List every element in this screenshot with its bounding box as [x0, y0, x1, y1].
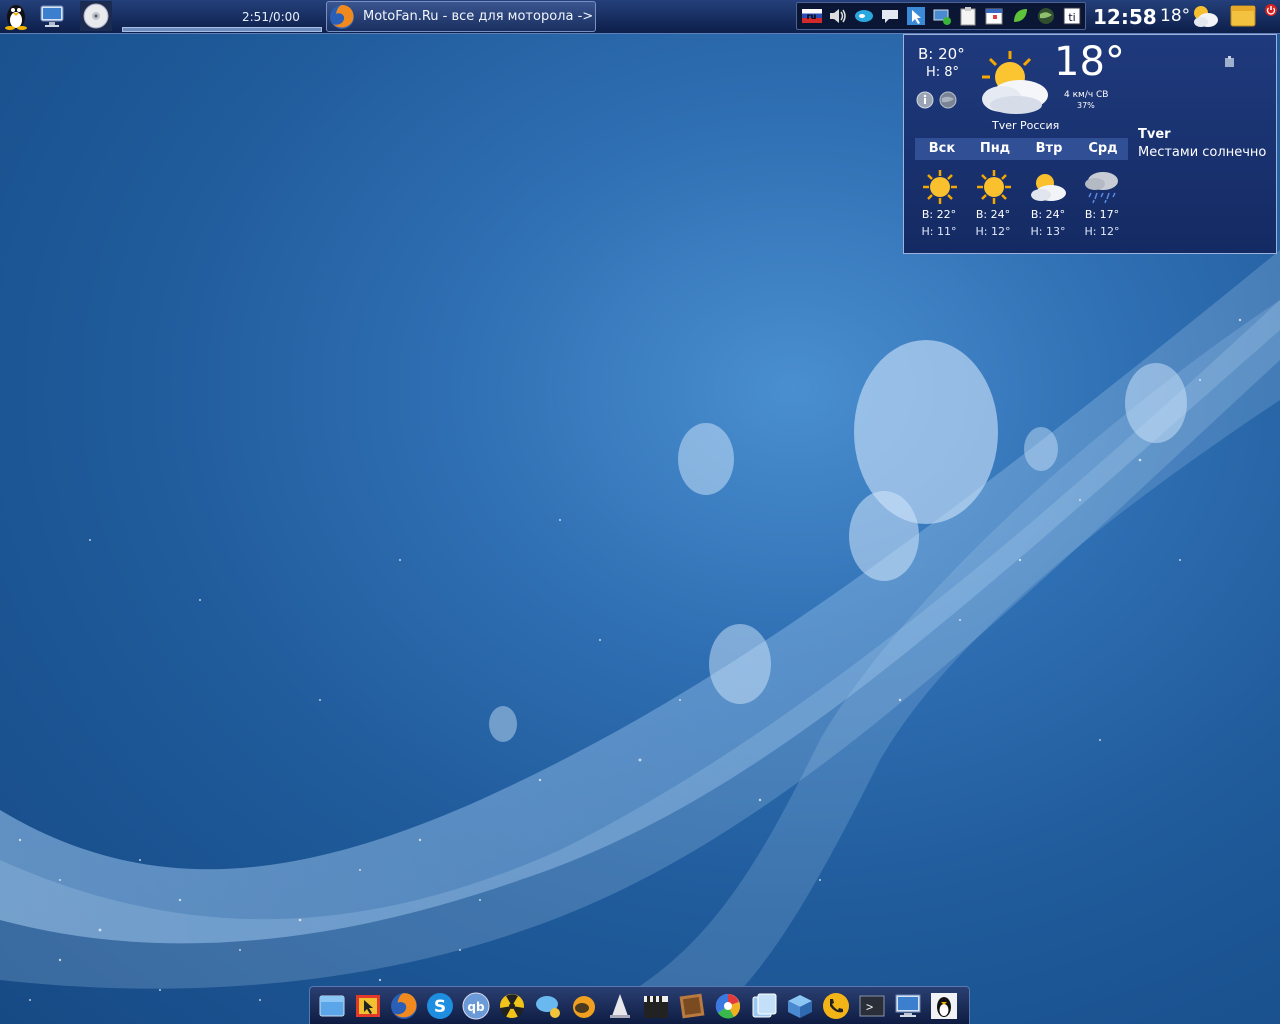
cursor-icon[interactable] — [905, 6, 926, 27]
forecast-low: Н: 12° — [975, 225, 1011, 238]
location: Tver Россия — [992, 119, 1060, 132]
picasa-icon[interactable] — [713, 991, 743, 1021]
widget-handle-icon[interactable] — [1224, 55, 1236, 69]
photo-icon[interactable] — [677, 991, 707, 1021]
tint-icon[interactable]: ti — [1061, 6, 1082, 27]
chat-icon[interactable] — [533, 991, 563, 1021]
file-manager-icon[interactable] — [317, 991, 347, 1021]
forecast-day: Срд — [1088, 141, 1118, 156]
clapper-icon[interactable] — [641, 991, 671, 1021]
phone-icon[interactable] — [821, 991, 851, 1021]
partly-cloudy-icon — [1031, 174, 1066, 201]
svg-text:S: S — [434, 997, 446, 1017]
radiation-icon[interactable] — [497, 991, 527, 1021]
forecast-high: В: 22° — [921, 208, 957, 221]
presentation-icon[interactable] — [353, 991, 383, 1021]
sun-icon — [977, 170, 1011, 204]
clipboard-icon[interactable] — [957, 6, 978, 27]
svg-text:qb: qb — [467, 1000, 485, 1014]
show-desktop-icon[interactable] — [38, 2, 66, 30]
player-progress-bar[interactable] — [122, 27, 322, 32]
forecast-day: Вск — [928, 141, 956, 156]
player-time: 2:51/0:00 — [242, 10, 300, 24]
city-name: Tver — [1138, 127, 1171, 142]
panel-temperature[interactable]: 18° — [1160, 6, 1190, 26]
firefox-icon — [330, 4, 354, 29]
today-high: В: 20° — [918, 45, 965, 63]
leaf-update-icon[interactable] — [1009, 6, 1030, 27]
chat-bubble-icon[interactable] — [879, 6, 900, 27]
weather-widget: В: 20° Н: 8° 18° 4 км/ч СВ 37% Tver Росс… — [903, 34, 1277, 254]
system-tray: ru ti — [796, 2, 1086, 30]
dock: S qb > — [309, 986, 970, 1024]
qbittorrent-icon[interactable]: qb — [461, 991, 491, 1021]
network-icon[interactable] — [931, 6, 952, 27]
forecast-low: Н: 13° — [1030, 225, 1066, 238]
forecast-low: Н: 12° — [1084, 225, 1120, 238]
keyboard-layout-icon[interactable]: ru — [801, 6, 822, 27]
gimp-icon[interactable] — [569, 991, 599, 1021]
packages-icon[interactable] — [785, 991, 815, 1021]
globe-icon[interactable] — [939, 91, 957, 109]
svg-text:>: > — [866, 1000, 873, 1014]
today-low: Н: 8° — [926, 65, 960, 80]
partly-cloudy-icon — [982, 51, 1048, 114]
calendar-icon[interactable] — [983, 6, 1004, 27]
cd-player-icon[interactable] — [80, 1, 112, 31]
weather-description: Местами солнечно — [1138, 145, 1267, 160]
top-panel: 2:51/0:00 MotoFan.Ru - все для моторола … — [0, 0, 1280, 34]
wind-speed: 4 км/ч СВ — [1064, 90, 1109, 100]
power-icon[interactable] — [1264, 3, 1278, 17]
firefox-icon[interactable] — [389, 991, 419, 1021]
forecast-high: В: 24° — [975, 208, 1011, 221]
tux-icon[interactable] — [2, 2, 30, 30]
notes-icon[interactable] — [1230, 4, 1256, 28]
taskbar-item-label: MotoFan.Ru - все для моторола -> — [363, 9, 594, 24]
taskbar-item-firefox[interactable]: MotoFan.Ru - все для моторола -> — [326, 1, 596, 32]
tux-icon[interactable] — [929, 991, 959, 1021]
vlc-icon[interactable] — [605, 991, 635, 1021]
messenger-icon[interactable] — [853, 6, 874, 27]
svg-text:ti: ti — [1068, 11, 1075, 24]
forecast-days-header: Вск Пнд Втр Срд — [915, 138, 1128, 160]
forecast-day: Пнд — [979, 141, 1011, 156]
partly-cloudy-icon[interactable] — [1190, 3, 1220, 29]
skype-icon[interactable]: S — [425, 991, 455, 1021]
rain-cloud-icon — [1085, 172, 1118, 204]
humidity: 37% — [1077, 101, 1095, 110]
forecast-high: В: 17° — [1084, 208, 1120, 221]
cards-icon[interactable] — [749, 991, 779, 1021]
forecast-day: Втр — [1035, 141, 1063, 156]
forecast-low: Н: 11° — [921, 225, 957, 238]
clock[interactable]: 12:58 — [1093, 5, 1157, 29]
terminal-icon[interactable]: > — [857, 991, 887, 1021]
forecast-high: В: 24° — [1030, 208, 1066, 221]
monitor-icon[interactable] — [893, 991, 923, 1021]
globe-icon[interactable] — [1035, 6, 1056, 27]
sun-icon — [923, 170, 957, 204]
volume-icon[interactable] — [827, 6, 848, 27]
current-temperature: 18° — [1054, 39, 1125, 85]
info-icon[interactable] — [916, 91, 934, 109]
